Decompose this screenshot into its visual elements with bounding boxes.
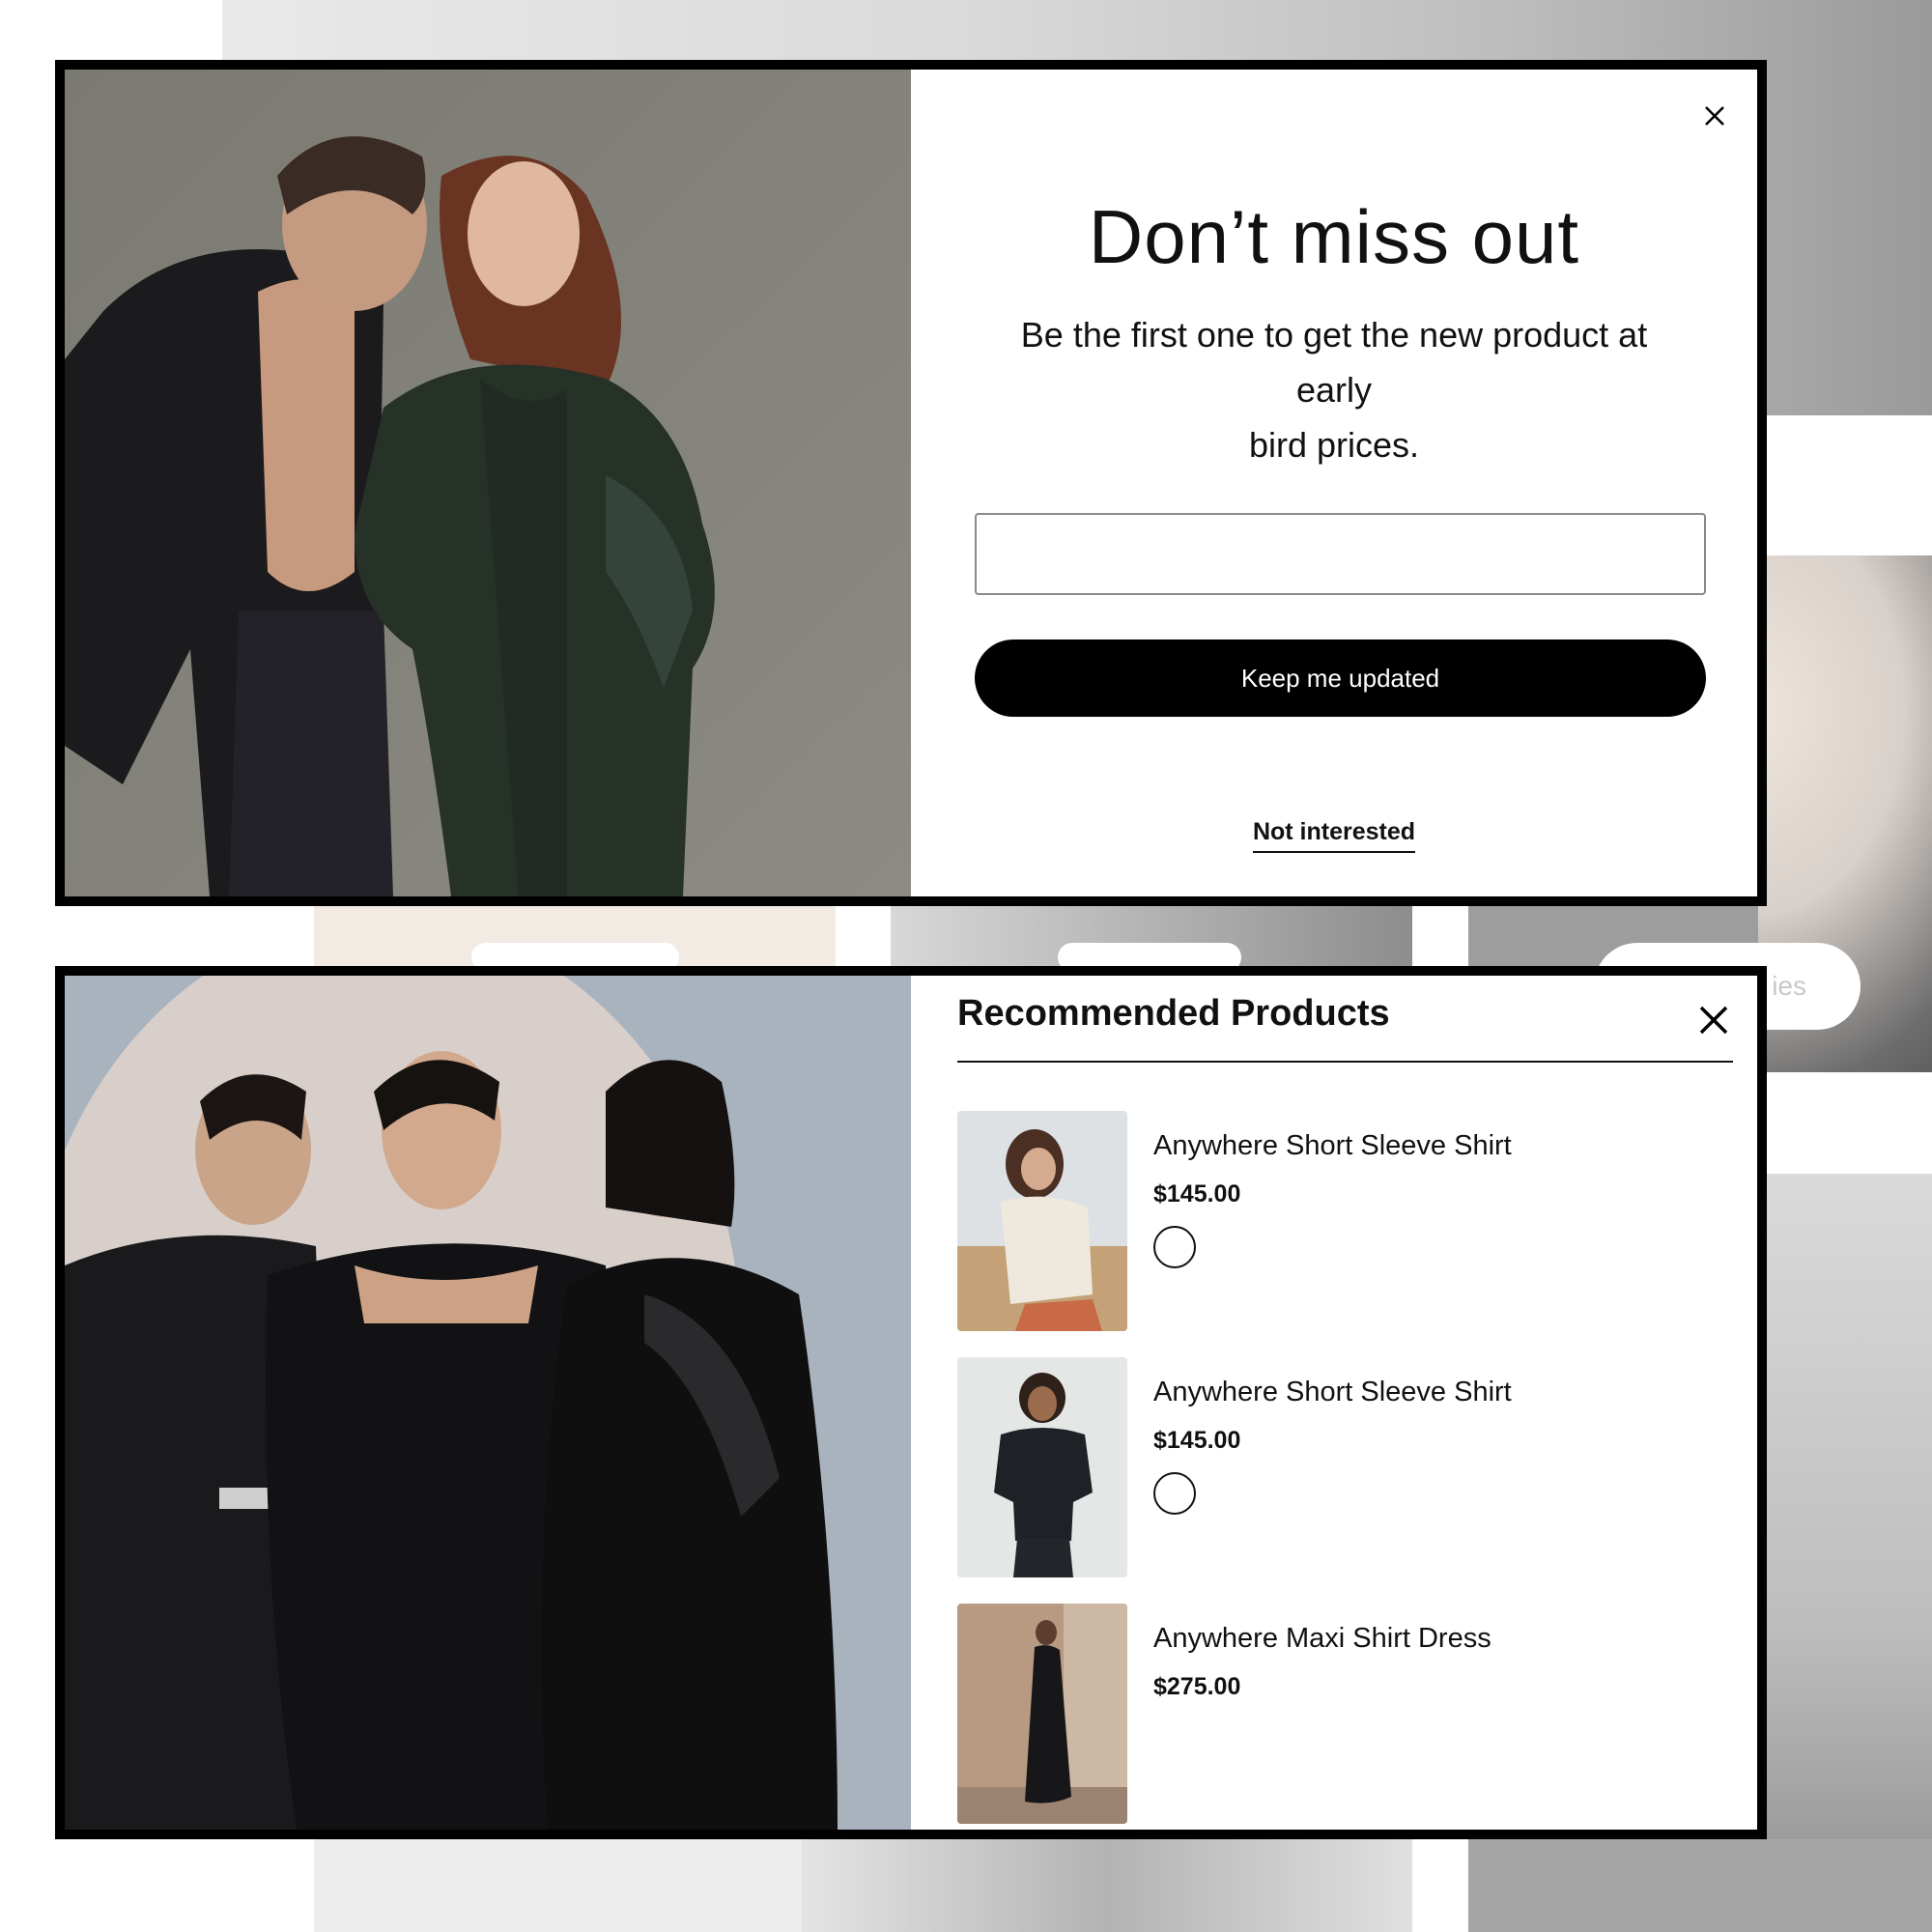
product-price: $145.00 (1153, 1427, 1241, 1454)
not-interested-link[interactable]: Not interested (1252, 818, 1416, 853)
decline-wrapper: Not interested (911, 818, 1757, 853)
recommended-products-popup: Recommended Products Anywhere Short Slee… (55, 966, 1767, 1839)
email-input[interactable] (975, 513, 1706, 595)
background-tile (1767, 1174, 1932, 1932)
product-name[interactable]: Anywhere Short Sleeve Shirt (1153, 1377, 1512, 1408)
newsletter-content: Don’t miss out Be the first one to get t… (911, 70, 1757, 896)
background-pill-label: ies (1772, 971, 1806, 1001)
color-swatch[interactable] (1153, 1226, 1196, 1268)
subtitle-line: bird prices. (1248, 425, 1420, 465)
product-card[interactable]: Anywhere Maxi Shirt Dress $275.00 (957, 1604, 1733, 1850)
recommended-header: Recommended Products (957, 987, 1733, 1063)
background-tile (1767, 1072, 1932, 1174)
product-card[interactable]: Anywhere Short Sleeve Shirt $145.00 (957, 1357, 1733, 1604)
product-price: $145.00 (1153, 1180, 1241, 1208)
product-image[interactable] (957, 1604, 1127, 1824)
background-tile (314, 1839, 836, 1932)
background-tile (1767, 415, 1932, 555)
product-price: $275.00 (1153, 1673, 1241, 1700)
product-card[interactable]: Anywhere Short Sleeve Shirt $145.00 (957, 1111, 1733, 1357)
close-icon (1699, 1006, 1728, 1035)
recommended-title: Recommended Products (957, 993, 1390, 1034)
product-list: Anywhere Short Sleeve Shirt $145.00 Anyw… (957, 1111, 1733, 1850)
keep-me-updated-button[interactable]: Keep me updated (975, 639, 1706, 717)
close-button[interactable] (1694, 1001, 1733, 1039)
recommended-content: Recommended Products Anywhere Short Slee… (911, 976, 1757, 1830)
product-image[interactable] (957, 1111, 1127, 1331)
newsletter-popup: Don’t miss out Be the first one to get t… (55, 60, 1767, 906)
product-image[interactable] (957, 1357, 1127, 1577)
close-button[interactable] (1697, 99, 1732, 133)
newsletter-subtitle: Be the first one to get the new product … (998, 307, 1670, 472)
color-swatch[interactable] (1153, 1472, 1196, 1515)
recommended-hero-image (65, 976, 911, 1830)
background-tile (1468, 1839, 1932, 1932)
product-name[interactable]: Anywhere Short Sleeve Shirt (1153, 1130, 1512, 1162)
subtitle-line: Be the first one to get the new product … (1020, 315, 1648, 355)
product-name[interactable]: Anywhere Maxi Shirt Dress (1153, 1623, 1492, 1655)
background-tile (802, 1839, 1412, 1932)
close-icon (1705, 106, 1724, 126)
newsletter-hero-image (65, 70, 911, 896)
subtitle-line: early (1295, 370, 1373, 410)
newsletter-title: Don’t miss out (1088, 194, 1580, 279)
